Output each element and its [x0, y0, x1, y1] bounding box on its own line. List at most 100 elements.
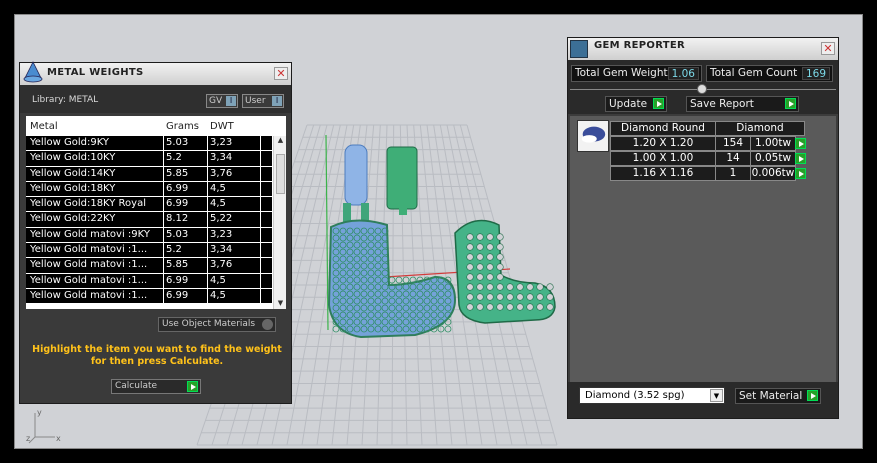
gv-label: GV [209, 96, 223, 106]
col-grams[interactable]: Grams [166, 121, 199, 132]
table-row[interactable]: Yellow Gold matovi :1... 6.99 4,5 [26, 273, 272, 289]
material-bar: Diamond (3.52 spg) ▼ Set Material [568, 382, 838, 418]
gem-size-cell: 1.00 X 1.00 [610, 151, 716, 166]
set-material-button[interactable]: Set Material [735, 388, 821, 404]
play-arrow-icon [187, 381, 198, 392]
gem-weight-cell: 0.006tw [750, 166, 796, 181]
boot-pendant-metal [454, 219, 556, 324]
grams-cell: 6.99 [166, 289, 189, 301]
use-object-materials-label: Use Object Materials [162, 319, 256, 329]
material-select[interactable]: Diamond (3.52 spg) ▼ [579, 387, 725, 404]
metal-cell: Yellow Gold matovi :1... [30, 274, 148, 286]
col-dwt[interactable]: DWT [210, 121, 234, 132]
metal-cell: Yellow Gold:22KY [30, 213, 116, 225]
gem-reporter-icon [570, 40, 588, 58]
axis-x-label: x [56, 434, 61, 443]
gem-reporter-titlebar[interactable]: GEM REPORTER ✕ [568, 38, 838, 60]
dwt-cell: 3,23 [210, 137, 233, 148]
user-label: User [245, 96, 266, 106]
scroll-thumb[interactable] [276, 154, 285, 194]
gem-reporter-summary: Total Gem Weight 1.06 Total Gem Count 16… [568, 60, 838, 114]
grams-cell: 6.99 [166, 182, 189, 194]
gem-row-arrow-icon[interactable] [795, 138, 806, 149]
calculate-label: Calculate [115, 381, 158, 391]
table-row[interactable]: Yellow Gold:10KY 5.2 3,34 [26, 151, 272, 167]
user-toggle-icon: I [272, 96, 282, 106]
scroll-down-icon[interactable]: ▼ [275, 299, 286, 309]
diamond-round-icon [577, 120, 609, 152]
grams-cell: 6.99 [166, 274, 189, 286]
table-row[interactable]: Yellow Gold:18KY Royal 6.99 4,5 [26, 197, 272, 213]
metal-weights-panel: METAL WEIGHTS ✕ Library: METAL GV I User… [19, 61, 292, 404]
table-row[interactable]: Yellow Gold matovi :9KY 5.03 3,23 [26, 227, 272, 244]
axis-z-label: z [26, 434, 30, 443]
table-row[interactable]: Yellow Gold matovi :1... 5.85 3,76 [26, 258, 272, 274]
table-row[interactable]: Yellow Gold:14KY 5.85 3,76 [26, 166, 272, 182]
gem-shape-header: Diamond Round [610, 121, 716, 136]
dwt-cell: 4,5 [210, 182, 226, 194]
total-gem-weight-value: 1.06 [667, 67, 699, 80]
metal-cell: Yellow Gold:18KY Royal [30, 198, 146, 210]
boot-pendant-gems [327, 219, 457, 339]
metal-cell: Yellow Gold matovi :1... [30, 289, 148, 301]
metal-cell: Yellow Gold:14KY [30, 167, 116, 179]
save-report-arrow-icon [785, 98, 796, 109]
user-toggle[interactable]: User I [242, 94, 284, 108]
scale-icon [23, 61, 43, 83]
toggle-circle-icon [262, 319, 273, 330]
dwt-cell: 3,34 [210, 152, 233, 164]
library-label: Library: METAL [32, 95, 99, 105]
total-gem-count-value: 169 [801, 67, 830, 80]
grams-cell: 5.85 [166, 259, 189, 271]
chevron-down-icon[interactable]: ▼ [710, 389, 723, 402]
gem-size-cell: 1.20 X 1.20 [610, 136, 716, 151]
scroll-up-icon[interactable]: ▲ [275, 136, 286, 146]
gem-reporter-title: GEM REPORTER [594, 40, 686, 51]
calculate-button[interactable]: Calculate [111, 379, 201, 394]
gem-list-area: Diamond Round Diamond 1.20 X 1.20 154 1.00… [570, 116, 836, 382]
save-report-button[interactable]: Save Report [686, 96, 799, 112]
metal-cell: Yellow Gold matovi :1... [30, 244, 148, 256]
update-label: Update [609, 98, 648, 110]
update-button[interactable]: Update [605, 96, 667, 112]
set-material-arrow-icon [807, 390, 818, 401]
set-material-label: Set Material [739, 390, 803, 402]
gem-size-cell: 1.16 X 1.16 [610, 166, 716, 181]
gem-reporter-panel: GEM REPORTER ✕ Total Gem Weight 1.06 Tot… [567, 37, 839, 419]
gem-reporter-close-button[interactable]: ✕ [821, 42, 835, 55]
grams-cell: 5.03 [166, 228, 189, 240]
dwt-cell: 3,23 [210, 228, 233, 240]
axis-y-label: y [37, 408, 42, 417]
gem-count-cell: 154 [715, 136, 751, 151]
grams-cell: 5.2 [166, 244, 182, 256]
gem-row-arrow-icon[interactable] [795, 153, 806, 164]
axis-widget: y x z [26, 408, 61, 444]
table-row[interactable]: Yellow Gold:22KY 8.12 5,22 [26, 212, 272, 228]
metal-cell: Yellow Gold:18KY [30, 182, 116, 194]
save-report-label: Save Report [690, 98, 754, 110]
metal-table-scrollbar[interactable]: ▲ ▼ [273, 136, 286, 309]
gem-count-cell: 1 [715, 166, 751, 181]
grams-cell: 6.99 [166, 198, 189, 210]
table-row[interactable]: Yellow Gold:18KY 6.99 4,5 [26, 181, 272, 198]
gv-toggle[interactable]: GV I [206, 94, 238, 108]
metal-weights-close-button[interactable]: ✕ [274, 67, 288, 80]
metal-cell: Yellow Gold matovi :9KY [30, 228, 150, 240]
gem-row-arrow-icon[interactable] [795, 168, 806, 179]
table-row[interactable]: Yellow Gold:9KY 5.03 3,23 [26, 136, 272, 152]
metal-cell: Yellow Gold matovi :1... [30, 259, 148, 271]
metal-weights-titlebar[interactable]: METAL WEIGHTS ✕ [20, 61, 291, 85]
table-row[interactable]: Yellow Gold matovi :1... 6.99 4,5 [26, 288, 272, 305]
metal-cell: Yellow Gold:10KY [30, 152, 116, 164]
gem-weight-cell: 0.05tw [750, 151, 796, 166]
grams-cell: 5.03 [166, 137, 189, 148]
metal-table-body: Yellow Gold:9KY 5.03 3,23 Yellow Gold:10KY 5… [26, 136, 272, 305]
table-row[interactable]: Yellow Gold matovi :1... 5.2 3,34 [26, 243, 272, 259]
grams-cell: 5.85 [166, 167, 189, 179]
grams-cell: 5.2 [166, 152, 182, 164]
dwt-cell: 4,5 [210, 274, 226, 286]
use-object-materials-toggle[interactable]: Use Object Materials [158, 317, 276, 332]
collapse-knob-icon[interactable] [697, 84, 707, 94]
grams-cell: 8.12 [166, 213, 189, 225]
col-metal[interactable]: Metal [30, 121, 58, 132]
